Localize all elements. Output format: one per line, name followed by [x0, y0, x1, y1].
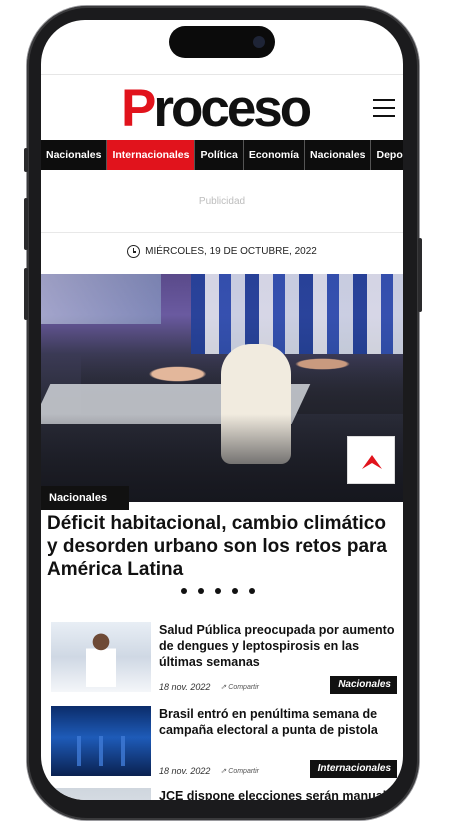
current-date: MIÉRCOLES, 19 DE OCTUBRE, 2022 [145, 245, 317, 257]
phone-screen: Proceso Nacionales Internacionales Polít… [41, 20, 403, 800]
carousel-dot[interactable] [249, 588, 255, 594]
article-thumbnail[interactable] [51, 706, 151, 776]
menu-icon[interactable] [373, 99, 395, 117]
share-icon: ⇗ [220, 684, 227, 691]
article-title[interactable]: Salud Pública preocupada por aumento de … [159, 622, 397, 670]
article-date: 18 nov. 2022 [159, 766, 211, 776]
side-button-volume-down [24, 268, 28, 320]
side-button-action [24, 148, 28, 172]
bookmark-button[interactable] [347, 436, 395, 484]
share-button[interactable]: ⇗ Compartir [220, 767, 259, 776]
share-button[interactable]: ⇗ Compartir [220, 683, 259, 692]
carousel-dot[interactable] [215, 588, 221, 594]
carousel-dots [181, 588, 255, 594]
article-item[interactable]: Brasil entró en penúltima semana de camp… [51, 706, 397, 778]
date-line: MIÉRCOLES, 19 DE OCTUBRE, 2022 [41, 242, 403, 260]
article-category-badge[interactable]: Internacionales [309, 760, 397, 778]
nav-item-economia[interactable]: Economía [244, 140, 306, 170]
featured-headline[interactable]: Déficit habitacional, cambio climático y… [47, 512, 393, 581]
clock-icon [127, 244, 141, 258]
article-item[interactable]: Salud Pública preocupada por aumento de … [51, 622, 397, 694]
featured-category-badge[interactable]: Nacionales [41, 486, 130, 510]
nav-item-politica[interactable]: Política [195, 140, 244, 170]
article-meta: 18 nov. 2022 ⇗ Compartir [159, 766, 259, 776]
nav-item-nacionales-2[interactable]: Nacionales [305, 140, 372, 170]
nav-item-deportes[interactable]: Deportes [371, 140, 403, 170]
article-thumbnail[interactable] [51, 622, 151, 692]
article-thumbnail[interactable] [51, 788, 151, 800]
article-item[interactable]: JCE dispone elecciones serán manual [51, 788, 397, 800]
category-nav: Nacionales Internacionales Política Econ… [41, 140, 403, 170]
article-meta: 18 nov. 2022 ⇗ Compartir [159, 682, 259, 692]
side-button-volume-up [24, 198, 28, 250]
site-header: Proceso [41, 74, 403, 139]
share-icon: ⇗ [220, 768, 227, 775]
article-title[interactable]: JCE dispone elecciones serán manual [159, 788, 397, 800]
carousel-dot[interactable] [198, 588, 204, 594]
article-category-badge[interactable]: Nacionales [330, 676, 397, 694]
article-date: 18 nov. 2022 [159, 682, 211, 692]
nav-item-nacionales[interactable]: Nacionales [41, 140, 108, 170]
ad-slot[interactable]: Publicidad [41, 172, 403, 233]
dynamic-island [169, 26, 275, 58]
article-title[interactable]: Brasil entró en penúltima semana de camp… [159, 706, 397, 738]
carousel-dot[interactable] [232, 588, 238, 594]
side-button-power [418, 238, 422, 312]
proceso-logo[interactable]: Proceso [121, 81, 312, 137]
nav-item-internacionales[interactable]: Internacionales [107, 140, 196, 170]
bookmark-icon [362, 455, 382, 469]
carousel-dot[interactable] [181, 588, 187, 594]
